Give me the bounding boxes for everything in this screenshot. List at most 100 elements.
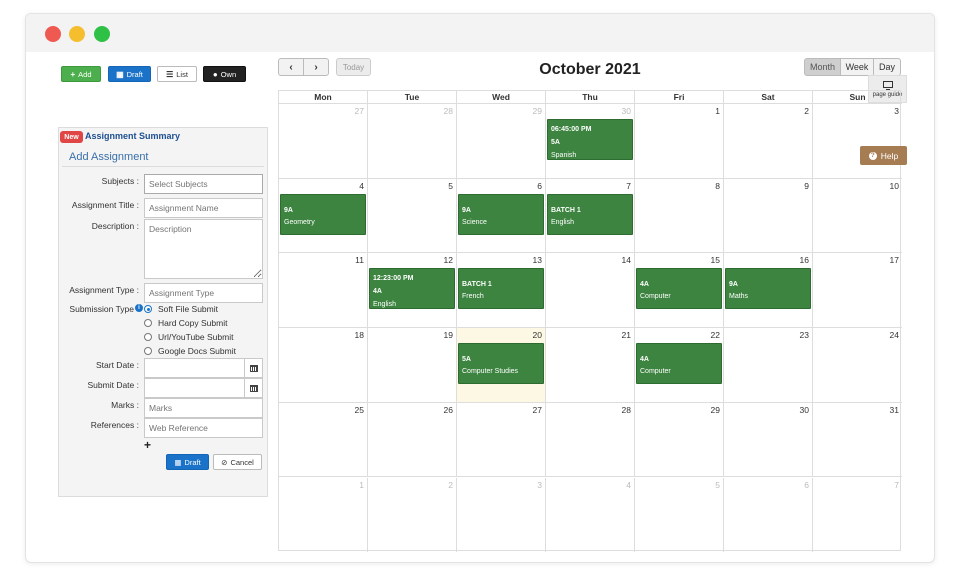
day-cell[interactable]: 1: [279, 477, 368, 553]
day-cell[interactable]: 2: [368, 477, 457, 553]
day-cell[interactable]: 6 9A Science: [457, 178, 546, 254]
day-cell[interactable]: 28: [546, 402, 635, 478]
day-cell[interactable]: 12 12:23:00 PM 4A English: [368, 253, 457, 329]
maximize-window-button[interactable]: [94, 26, 110, 42]
day-cell[interactable]: 8: [635, 178, 724, 254]
day-cell[interactable]: 30 06:45:00 PM 5A Spanish: [546, 104, 635, 179]
day-cell[interactable]: 10: [813, 179, 902, 254]
calendar-event[interactable]: 9A Science: [458, 193, 544, 235]
day-cell[interactable]: 31: [813, 403, 902, 478]
day-cell[interactable]: 27: [279, 104, 368, 179]
day-cell[interactable]: 21: [546, 328, 635, 403]
radio-url-youtube[interactable]: Url/YouTube Submit: [144, 332, 233, 342]
calendar-event[interactable]: 06:45:00 PM 5A Spanish: [547, 119, 633, 160]
day-cell[interactable]: 1: [635, 104, 724, 179]
references-input[interactable]: [144, 418, 263, 438]
start-date-picker-button[interactable]: [245, 358, 263, 378]
day-cell[interactable]: 16 9A Maths: [724, 253, 813, 329]
radio-soft-file[interactable]: Soft File Submit: [144, 304, 218, 314]
calendar-event[interactable]: 12:23:00 PM 4A English: [369, 268, 455, 310]
description-label: Description :: [91, 221, 139, 231]
day-cell[interactable]: 14: [546, 253, 635, 329]
day-cell[interactable]: 20 5A Computer Studies: [457, 328, 546, 403]
assignment-title-input[interactable]: [144, 198, 263, 218]
day-cell[interactable]: 11: [279, 253, 368, 329]
weekday-header-sat: Sat: [724, 91, 813, 104]
day-cell[interactable]: 17: [813, 253, 902, 329]
radio-hard-copy[interactable]: Hard Copy Submit: [144, 318, 227, 328]
day-number: 21: [621, 330, 631, 341]
add-reference-icon[interactable]: +: [144, 438, 151, 452]
own-button[interactable]: ● Own: [203, 66, 246, 82]
add-button[interactable]: + Add: [61, 66, 101, 82]
subjects-label: Subjects :: [101, 176, 139, 186]
calendar-event[interactable]: 5A Computer Studies: [458, 343, 544, 385]
day-cell[interactable]: 23: [724, 328, 813, 403]
view-month-button[interactable]: Month: [804, 58, 841, 76]
day-cell[interactable]: 30: [724, 402, 813, 478]
day-cell[interactable]: 6: [724, 477, 813, 553]
marks-input[interactable]: [144, 398, 263, 418]
day-cell[interactable]: 7 BATCH 1 English: [546, 178, 635, 254]
day-cell[interactable]: 28: [368, 104, 457, 179]
day-cell[interactable]: 9: [724, 178, 813, 254]
form-cancel-button[interactable]: ⊘ Cancel: [213, 454, 262, 470]
day-cell[interactable]: 29: [457, 104, 546, 179]
prev-month-button[interactable]: ‹: [278, 58, 304, 76]
assignment-summary-link[interactable]: Assignment Summary: [85, 131, 180, 141]
day-cell[interactable]: 19: [368, 328, 457, 403]
day-number: 4: [626, 479, 631, 490]
minimize-window-button[interactable]: [69, 26, 85, 42]
day-cell[interactable]: 3: [457, 477, 546, 553]
today-button[interactable]: Today: [336, 58, 371, 76]
calendar-event[interactable]: 9A Geometry: [280, 193, 366, 235]
list-icon: ☰: [166, 69, 174, 79]
day-cell[interactable]: 27: [457, 402, 546, 478]
day-cell[interactable]: 15 4A Computer: [635, 253, 724, 329]
start-date-label: Start Date :: [96, 360, 139, 370]
day-cell[interactable]: 4 9A Geometry: [279, 178, 368, 254]
day-cell[interactable]: 24: [813, 328, 902, 403]
calendar-event[interactable]: 4A Computer: [636, 343, 722, 385]
next-month-button[interactable]: ›: [303, 58, 329, 76]
calendar-icon: [249, 384, 258, 392]
radio-google-docs[interactable]: Google Docs Submit: [144, 346, 236, 356]
day-cell[interactable]: 22 4A Computer: [635, 328, 724, 403]
event-subject: English: [373, 301, 396, 309]
subjects-select[interactable]: [144, 174, 263, 194]
description-textarea[interactable]: [144, 219, 263, 279]
assignment-type-input[interactable]: [144, 283, 263, 303]
view-day-button[interactable]: Day: [873, 58, 901, 76]
list-button[interactable]: ☰ List: [157, 66, 197, 82]
day-cell[interactable]: 2: [724, 104, 813, 179]
calendar-event[interactable]: BATCH 1 French: [458, 268, 544, 310]
day-cell[interactable]: 7: [813, 478, 902, 553]
calendar-event[interactable]: 4A Computer: [636, 268, 722, 310]
info-icon[interactable]: i: [135, 304, 143, 312]
calendar-event[interactable]: BATCH 1 English: [547, 193, 633, 235]
day-cell[interactable]: 13 BATCH 1 French: [457, 253, 546, 329]
day-cell[interactable]: 29: [635, 402, 724, 478]
day-cell[interactable]: 18: [279, 328, 368, 403]
day-cell[interactable]: 3: [813, 104, 902, 179]
day-cell[interactable]: 5: [635, 477, 724, 553]
submit-date-picker-button[interactable]: [245, 378, 263, 398]
day-cell[interactable]: 26: [368, 402, 457, 478]
grid-icon: ▦: [174, 457, 182, 467]
draft-button[interactable]: ▦ Draft: [108, 66, 151, 82]
close-window-button[interactable]: [45, 26, 61, 42]
view-week-button[interactable]: Week: [840, 58, 874, 76]
event-class: 9A: [729, 281, 738, 289]
calendar-event[interactable]: 9A Maths: [725, 268, 811, 310]
submit-date-input[interactable]: [144, 378, 245, 398]
day-cell[interactable]: 4: [546, 477, 635, 553]
day-cell[interactable]: 5: [368, 178, 457, 254]
event-class: 4A: [640, 356, 649, 364]
form-draft-button[interactable]: ▦ Draft: [166, 454, 209, 470]
start-date-input[interactable]: [144, 358, 245, 378]
help-button[interactable]: ? Help: [860, 146, 907, 165]
assignment-type-label: Assignment Type :: [69, 285, 139, 295]
event-class: 9A: [462, 206, 471, 214]
day-cell[interactable]: 25: [279, 402, 368, 478]
day-number: 2: [804, 106, 809, 116]
